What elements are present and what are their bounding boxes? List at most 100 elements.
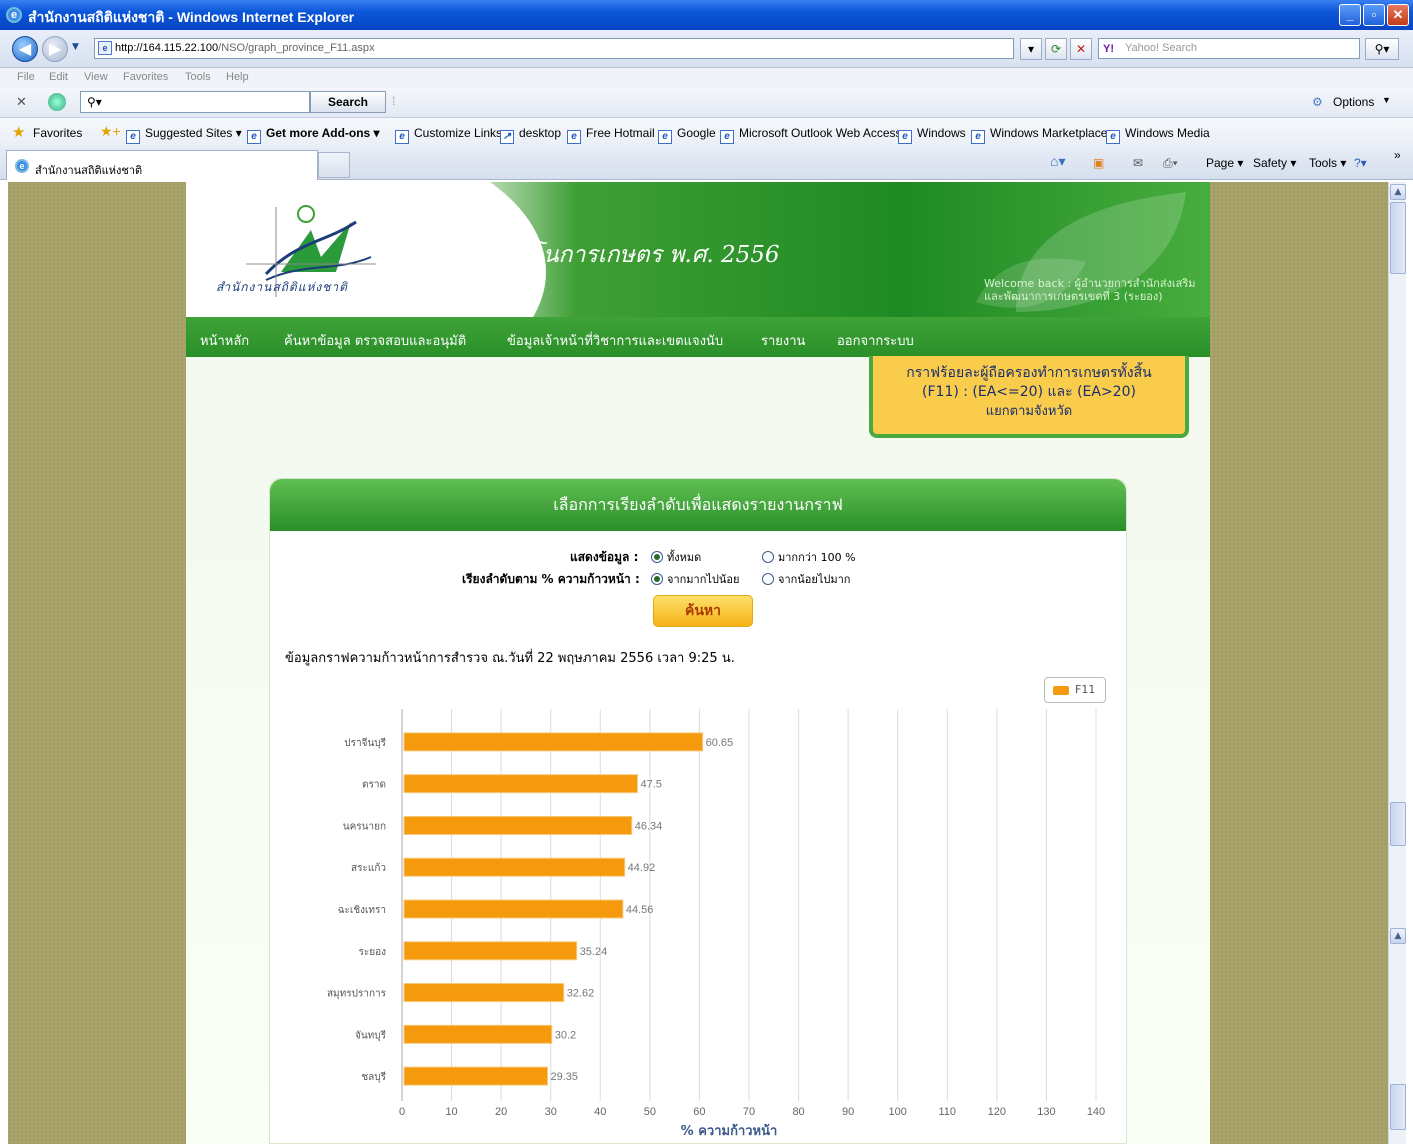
menu-tools[interactable]: Tools bbox=[185, 71, 211, 83]
y-category-label: ระยอง bbox=[359, 947, 387, 958]
address-input[interactable]: e http://164.115.22.100/NSO/graph_provin… bbox=[94, 38, 1014, 59]
bar-value-label: 46.34 bbox=[635, 820, 663, 832]
fav-customize-links[interactable]: e Customize Links bbox=[395, 126, 502, 144]
x-tick-label: 40 bbox=[594, 1106, 606, 1118]
report-title-line-1: กราฟร้อยละผู้ถือครองทำการเกษตรทั้งสิ้น bbox=[906, 365, 1152, 381]
tab-bar: e สำนักงานสถิติแห่งชาติ bbox=[0, 148, 1413, 180]
ie-page-icon: e bbox=[971, 130, 985, 144]
fav-get-addons[interactable]: e Get more Add-ons ▾ bbox=[247, 126, 380, 144]
fav-desktop[interactable]: ↗ desktop bbox=[500, 126, 561, 144]
x-tick-label: 30 bbox=[545, 1106, 557, 1118]
nav-staff-info[interactable]: ข้อมูลเจ้าหน้าที่วิชาการและเขตแจงนับ bbox=[507, 330, 723, 351]
safety-menu[interactable]: Safety ▾ bbox=[1253, 156, 1296, 170]
legend-swatch bbox=[1053, 686, 1069, 695]
toolbar-search-input[interactable]: ⚲▾ bbox=[80, 91, 310, 113]
menu-help[interactable]: Help bbox=[226, 71, 249, 83]
fav-windows-media[interactable]: e Windows Media bbox=[1106, 126, 1210, 144]
menu-file[interactable]: File bbox=[17, 71, 35, 83]
welcome-text: Welcome back : ผู้อำนวยการสำนักส่งเสริม … bbox=[984, 277, 1206, 303]
chevron-more-icon[interactable]: » bbox=[1394, 148, 1401, 162]
home-icon[interactable]: ⌂▾ bbox=[1050, 153, 1065, 170]
yahoo-search-input[interactable]: Y! Yahoo! Search bbox=[1098, 38, 1360, 59]
refresh-button[interactable]: ⟳ bbox=[1045, 38, 1067, 60]
favorites-star-icon[interactable]: ★ bbox=[12, 123, 25, 141]
history-dropdown-icon[interactable]: ▼ bbox=[72, 42, 79, 52]
report-title-line-3: แยกตามจังหวัด bbox=[985, 404, 1073, 419]
sort-desc-radio[interactable]: จากมากไปน้อย bbox=[651, 570, 739, 588]
x-tick-label: 70 bbox=[743, 1106, 755, 1118]
scroll-up-icon[interactable]: ▲ bbox=[1390, 184, 1406, 200]
mail-icon[interactable]: ✉ bbox=[1133, 156, 1143, 170]
favorites-button[interactable]: Favorites bbox=[33, 126, 82, 140]
x-tick-label: 0 bbox=[399, 1106, 405, 1118]
x-tick-label: 130 bbox=[1037, 1106, 1055, 1118]
y-category-label: ชลบุรี bbox=[361, 1071, 386, 1083]
close-toolbar-icon[interactable]: ✕ bbox=[16, 94, 27, 110]
fav-free-hotmail[interactable]: e Free Hotmail bbox=[567, 126, 655, 144]
fav-windows-marketplace[interactable]: e Windows Marketplace bbox=[971, 126, 1107, 144]
globe-icon[interactable] bbox=[48, 93, 66, 111]
inner-scroll-thumb[interactable] bbox=[1390, 802, 1406, 846]
lower-scroll-thumb[interactable] bbox=[1390, 1084, 1406, 1130]
bar bbox=[403, 899, 624, 919]
report-panel: เลือกการเรียงลำดับเพื่อแสดงรายงานกราฟ แส… bbox=[269, 478, 1127, 1144]
options-button[interactable]: Options bbox=[1333, 95, 1374, 109]
ie-page-icon: e bbox=[898, 130, 912, 144]
sort-asc-radio[interactable]: จากน้อยไปมาก bbox=[762, 570, 850, 588]
address-dropdown-button[interactable]: ▾ bbox=[1020, 38, 1042, 60]
fav-google[interactable]: e Google bbox=[658, 126, 716, 144]
search-toolbar: ✕ ⚲▾ Search ⁞ ⚙ Options ▼ bbox=[0, 88, 1413, 118]
help-icon[interactable]: ?▾ bbox=[1354, 156, 1367, 170]
menu-view[interactable]: View bbox=[84, 71, 108, 83]
bar-value-label: 35.24 bbox=[580, 946, 608, 958]
browser-viewport: สำนักงานสถิติแห่งชาติ สำมะโนการเกษตร พ.ศ… bbox=[8, 182, 1388, 1144]
page-icon: e bbox=[98, 41, 112, 55]
y-category-label: ฉะเชิงเทรา bbox=[338, 905, 386, 916]
fav-windows[interactable]: e Windows bbox=[898, 126, 966, 144]
restore-button[interactable]: ▫ bbox=[1363, 4, 1385, 26]
forward-button[interactable]: ▶ bbox=[42, 36, 68, 62]
bar bbox=[403, 983, 565, 1003]
address-host: http://164.115.22.100 bbox=[115, 42, 219, 54]
options-gear-icon[interactable]: ⚙ bbox=[1312, 95, 1323, 109]
y-category-label: นครนายก bbox=[343, 821, 386, 832]
fav-suggested-sites[interactable]: e Suggested Sites ▾ bbox=[126, 126, 242, 144]
find-button[interactable]: ค้นหา bbox=[653, 595, 753, 627]
add-favorite-icon[interactable]: ★+ bbox=[100, 123, 121, 140]
nav-reports[interactable]: รายงาน bbox=[761, 330, 805, 351]
page-menu[interactable]: Page ▾ bbox=[1206, 156, 1243, 170]
menu-edit[interactable]: Edit bbox=[49, 71, 68, 83]
show-all-radio[interactable]: ทั้งหมด bbox=[651, 548, 701, 566]
new-tab-button[interactable] bbox=[318, 152, 350, 178]
tab-active[interactable]: e สำนักงานสถิติแห่งชาติ bbox=[6, 150, 318, 180]
tab-title: สำนักงานสถิติแห่งชาติ bbox=[35, 165, 143, 177]
magnifier-icon: ⚲▾ bbox=[87, 95, 102, 109]
nav-home[interactable]: หน้าหลัก bbox=[200, 330, 249, 351]
radio-empty-icon bbox=[762, 551, 774, 563]
menu-favorites[interactable]: Favorites bbox=[123, 71, 168, 83]
scroll-thumb[interactable] bbox=[1390, 202, 1406, 274]
desktop-shortcut-icon: ↗ bbox=[500, 130, 514, 144]
bar bbox=[403, 1066, 548, 1086]
show-over-100-radio[interactable]: มากกว่า 100 % bbox=[762, 548, 856, 566]
nav-search-verify[interactable]: ค้นหาข้อมูล ตรวจสอบและอนุมัติ bbox=[284, 330, 466, 351]
chart-legend[interactable]: F11 bbox=[1044, 677, 1106, 703]
minimize-button[interactable]: _ bbox=[1339, 4, 1361, 26]
fav-outlook-web-access[interactable]: e Microsoft Outlook Web Access bbox=[720, 126, 902, 144]
feeds-icon[interactable]: ▣ bbox=[1093, 156, 1104, 170]
page-scrollbar[interactable]: ▲ ▲ bbox=[1388, 182, 1406, 1144]
back-button[interactable]: ◀ bbox=[12, 36, 38, 62]
bar bbox=[403, 941, 578, 961]
radio-selected-icon bbox=[651, 573, 663, 585]
close-button[interactable]: ✕ bbox=[1387, 4, 1409, 26]
nav-logout[interactable]: ออกจากระบบ bbox=[837, 330, 914, 351]
toolbar-search-button[interactable]: Search bbox=[310, 91, 386, 113]
options-dropdown-icon[interactable]: ▼ bbox=[1382, 95, 1391, 105]
bar-value-label: 30.2 bbox=[555, 1029, 576, 1041]
stop-button[interactable]: ✕ bbox=[1070, 38, 1092, 60]
ie-page-icon: e bbox=[720, 130, 734, 144]
print-icon[interactable]: ⎙▾ bbox=[1163, 156, 1178, 171]
inner-scroll-up-icon[interactable]: ▲ bbox=[1390, 928, 1406, 944]
tools-menu[interactable]: Tools ▾ bbox=[1309, 156, 1346, 170]
yahoo-search-button[interactable]: ⚲▾ bbox=[1365, 38, 1399, 60]
